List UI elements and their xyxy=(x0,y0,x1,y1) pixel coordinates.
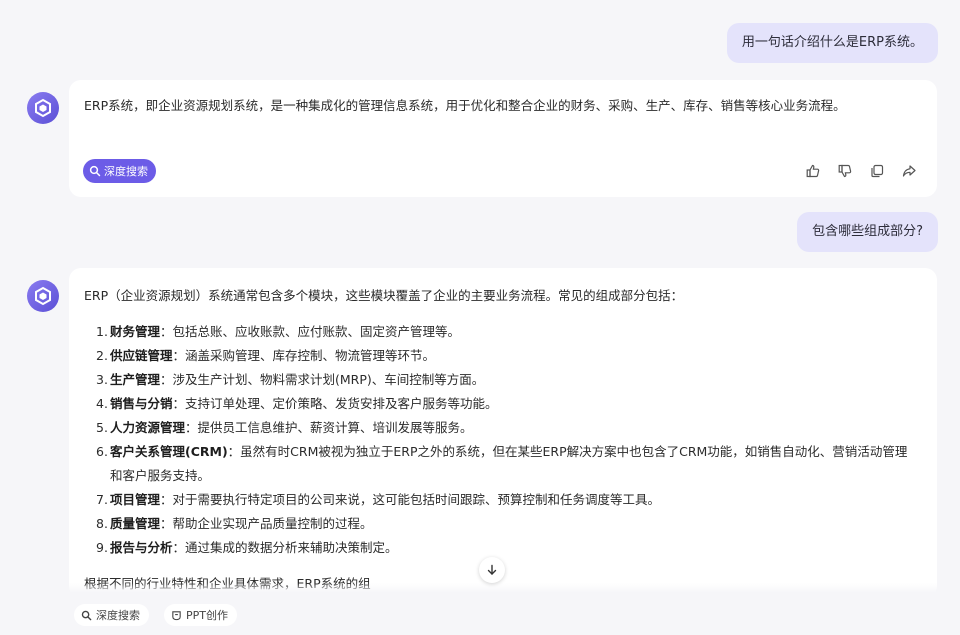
share-icon[interactable] xyxy=(901,163,917,179)
ppt-create-button-label: PPT创作 xyxy=(186,609,228,622)
copy-icon[interactable] xyxy=(869,163,885,179)
list-item: 6. 客户关系管理(CRM)：虽然有时CRM被视为独立于ERP之外的系统，但在某… xyxy=(96,444,908,483)
assistant-answer-2: ERP（企业资源规划）系统通常包含多个模块，这些模块覆盖了企业的主要业务流程。常… xyxy=(69,268,937,598)
list-item: 1. 财务管理：包括总账、应收账款、应付账款、固定资产管理等。 xyxy=(96,324,461,339)
thumbs-down-icon[interactable] xyxy=(837,163,853,179)
scroll-to-bottom-button[interactable] xyxy=(479,557,505,583)
list-item: 3. 生产管理：涉及生产计划、物料需求计划(MRP)、车间控制等方面。 xyxy=(96,372,485,387)
search-icon xyxy=(89,165,101,177)
list-item: 8. 质量管理：帮助企业实现产品质量控制的过程。 xyxy=(96,516,373,531)
list-item: 5. 人力资源管理：提供员工信息维护、薪资计算、培训发展等服务。 xyxy=(96,420,473,435)
assistant-answer-1: ERP系统，即企业资源规划系统，是一种集成化的管理信息系统，用于优化和整合企业的… xyxy=(69,80,937,197)
deep-search-tag-button[interactable]: 深度搜索 xyxy=(83,159,156,183)
answer-2-intro: ERP（企业资源规划）系统通常包含多个模块，这些模块覆盖了企业的主要业务流程。常… xyxy=(84,288,684,303)
list-item: 9. 报告与分析：通过集成的数据分析来辅助决策制定。 xyxy=(96,540,398,555)
assistant-avatar-icon xyxy=(27,92,59,124)
user-message-2: 包含哪些组成部分? xyxy=(797,212,938,252)
list-item: 7. 项目管理：对于需要执行特定项目的公司来说，这可能包括时间跟踪、预算控制和任… xyxy=(96,492,661,507)
arrow-down-icon xyxy=(487,564,497,575)
list-item: 4. 销售与分销：支持订单处理、定价策略、发货安排及客户服务等功能。 xyxy=(96,396,498,411)
deep-search-tag-label: 深度搜索 xyxy=(104,165,148,178)
answer-1-actions xyxy=(805,163,917,179)
ppt-icon xyxy=(172,610,181,620)
assistant-avatar-icon xyxy=(27,280,59,312)
user-message-1: 用一句话介绍什么是ERP系统。 xyxy=(726,23,938,63)
list-item: 2. 供应链管理：涵盖采购管理、库存控制、物流管理等环节。 xyxy=(96,348,436,363)
answer-1-text: ERP系统，即企业资源规划系统，是一种集成化的管理信息系统，用于优化和整合企业的… xyxy=(84,98,846,113)
ppt-create-button[interactable]: PPT创作 xyxy=(164,604,237,626)
thumbs-up-icon[interactable] xyxy=(805,163,821,179)
deep-search-button[interactable]: 深度搜索 xyxy=(74,604,149,626)
components-list: 1. 财务管理：包括总账、应收账款、应付账款、固定资产管理等。 2. 供应链管理… xyxy=(96,320,915,560)
deep-search-button-label: 深度搜索 xyxy=(96,609,140,622)
search-icon xyxy=(81,610,92,620)
